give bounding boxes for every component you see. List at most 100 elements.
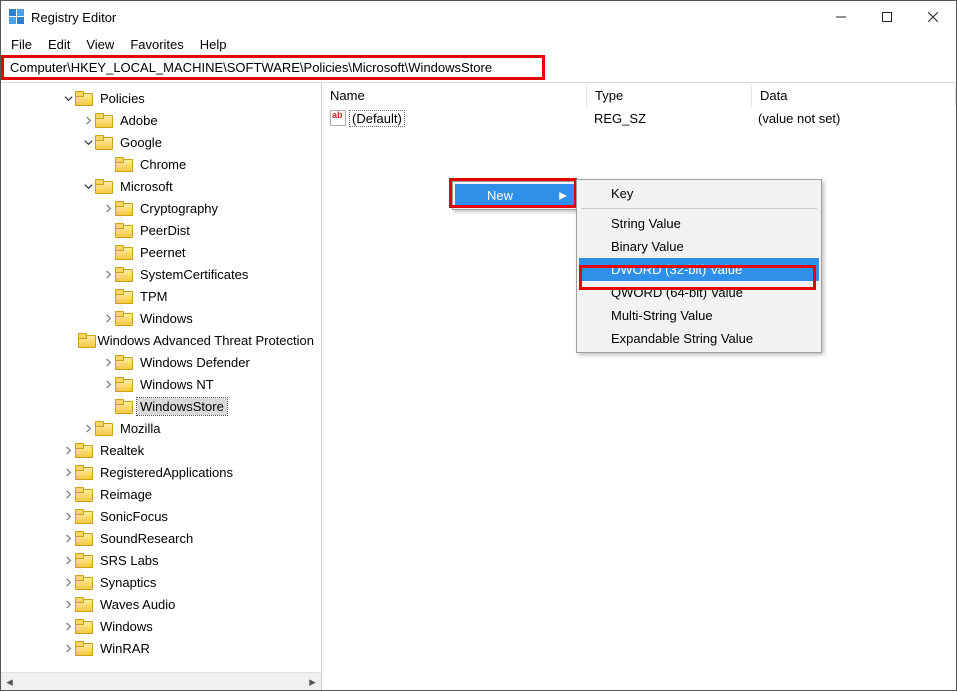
- folder-icon: [75, 443, 93, 457]
- expand-chevron-icon[interactable]: [81, 424, 95, 433]
- tree-node[interactable]: Chrome: [1, 153, 321, 175]
- submenu-item[interactable]: Key: [579, 182, 819, 205]
- tree-node[interactable]: Reimage: [1, 483, 321, 505]
- tree-node[interactable]: SonicFocus: [1, 505, 321, 527]
- tree-node[interactable]: WinRAR: [1, 637, 321, 659]
- tree-node[interactable]: Adobe: [1, 109, 321, 131]
- tree-node[interactable]: PeerDist: [1, 219, 321, 241]
- submenu-item[interactable]: Expandable String Value: [579, 327, 819, 350]
- tree-node[interactable]: Windows: [1, 307, 321, 329]
- context-menu-new-label: New: [487, 188, 513, 203]
- tree-node[interactable]: Windows Defender: [1, 351, 321, 373]
- tree-node[interactable]: SoundResearch: [1, 527, 321, 549]
- expand-chevron-icon[interactable]: [61, 468, 75, 477]
- expand-chevron-icon[interactable]: [81, 138, 95, 147]
- expand-chevron-icon[interactable]: [101, 314, 115, 323]
- expand-chevron-icon[interactable]: [101, 358, 115, 367]
- expand-chevron-icon[interactable]: [81, 182, 95, 191]
- expand-chevron-icon[interactable]: [101, 204, 115, 213]
- tree-node[interactable]: TPM: [1, 285, 321, 307]
- expand-chevron-icon[interactable]: [61, 512, 75, 521]
- column-data[interactable]: Data: [752, 84, 956, 107]
- expand-chevron-icon[interactable]: [101, 380, 115, 389]
- tree-node[interactable]: Waves Audio: [1, 593, 321, 615]
- tree-node[interactable]: Policies: [1, 87, 321, 109]
- context-menu-new[interactable]: New ▶: [455, 184, 575, 207]
- tree-node-label: SRS Labs: [97, 552, 162, 569]
- menu-favorites[interactable]: Favorites: [122, 35, 191, 54]
- expand-chevron-icon[interactable]: [61, 556, 75, 565]
- folder-icon: [75, 575, 93, 589]
- maximize-button[interactable]: [864, 1, 910, 33]
- value-row[interactable]: (Default)REG_SZ(value not set): [322, 107, 956, 129]
- minimize-button[interactable]: [818, 1, 864, 33]
- tree-node[interactable]: Cryptography: [1, 197, 321, 219]
- folder-icon: [75, 619, 93, 633]
- columns-header[interactable]: Name Type Data: [322, 83, 956, 107]
- expand-chevron-icon[interactable]: [61, 578, 75, 587]
- submenu-item[interactable]: DWORD (32-bit) Value: [579, 258, 819, 281]
- submenu-item[interactable]: Multi-String Value: [579, 304, 819, 327]
- submenu-item[interactable]: Binary Value: [579, 235, 819, 258]
- tree-node-label: WinRAR: [97, 640, 153, 657]
- expand-chevron-icon[interactable]: [61, 490, 75, 499]
- column-name[interactable]: Name: [322, 84, 587, 107]
- tree-pane[interactable]: PoliciesAdobeGoogleChromeMicrosoft Crypto…: [1, 83, 322, 690]
- folder-icon: [115, 289, 133, 303]
- tree-node[interactable]: Windows Advanced Threat Protection: [1, 329, 321, 351]
- folder-icon: [75, 465, 93, 479]
- window-title: Registry Editor: [31, 10, 116, 25]
- tree-node-label: SoundResearch: [97, 530, 196, 547]
- tree-node[interactable]: SystemCertificates: [1, 263, 321, 285]
- expand-chevron-icon[interactable]: [101, 270, 115, 279]
- value-type: REG_SZ: [586, 109, 750, 128]
- folder-icon: [115, 245, 133, 259]
- tree-horizontal-scrollbar[interactable]: ◂ ▸: [1, 672, 321, 690]
- expand-chevron-icon[interactable]: [61, 94, 75, 103]
- tree-node[interactable]: Synaptics: [1, 571, 321, 593]
- scroll-left-icon[interactable]: ◂: [1, 673, 18, 690]
- folder-icon: [95, 179, 113, 193]
- tree-node[interactable]: Windows NT: [1, 373, 321, 395]
- tree-node[interactable]: Mozilla: [1, 417, 321, 439]
- scroll-right-icon[interactable]: ▸: [304, 673, 321, 690]
- menu-view[interactable]: View: [78, 35, 122, 54]
- menu-separator: [581, 208, 817, 209]
- menu-edit[interactable]: Edit: [40, 35, 78, 54]
- address-bar[interactable]: Computer\HKEY_LOCAL_MACHINE\SOFTWARE\Pol…: [3, 57, 543, 78]
- expand-chevron-icon[interactable]: [61, 622, 75, 631]
- column-type[interactable]: Type: [587, 84, 752, 107]
- submenu-item[interactable]: String Value: [579, 212, 819, 235]
- tree-node-label: SonicFocus: [97, 508, 171, 525]
- submenu-item[interactable]: QWORD (64-bit) Value: [579, 281, 819, 304]
- tree-node[interactable]: Peernet: [1, 241, 321, 263]
- tree-node[interactable]: RegisteredApplications: [1, 461, 321, 483]
- tree-node-label: SystemCertificates: [137, 266, 251, 283]
- tree-node-label: Windows NT: [137, 376, 217, 393]
- tree-node[interactable]: Realtek: [1, 439, 321, 461]
- expand-chevron-icon[interactable]: [61, 446, 75, 455]
- string-value-icon: [330, 110, 346, 126]
- expand-chevron-icon[interactable]: [61, 534, 75, 543]
- menu-file[interactable]: File: [3, 35, 40, 54]
- menu-help[interactable]: Help: [192, 35, 235, 54]
- title-bar[interactable]: Registry Editor: [1, 1, 956, 33]
- expand-chevron-icon[interactable]: [81, 116, 95, 125]
- tree-node[interactable]: WindowsStore: [1, 395, 321, 417]
- tree-node-label: Windows: [137, 310, 196, 327]
- context-submenu-new[interactable]: Key String ValueBinary ValueDWORD (32-bit…: [576, 179, 822, 353]
- tree-node[interactable]: Microsoft: [1, 175, 321, 197]
- values-pane[interactable]: Name Type Data (Default)REG_SZ(value not…: [322, 83, 956, 690]
- folder-icon: [115, 157, 133, 171]
- expand-chevron-icon[interactable]: [61, 644, 75, 653]
- tree-node[interactable]: SRS Labs: [1, 549, 321, 571]
- tree-node-label: Synaptics: [97, 574, 159, 591]
- close-button[interactable]: [910, 1, 956, 33]
- tree-node[interactable]: Google: [1, 131, 321, 153]
- expand-chevron-icon[interactable]: [61, 600, 75, 609]
- context-menu[interactable]: New ▶: [452, 181, 578, 210]
- tree-node[interactable]: Windows: [1, 615, 321, 637]
- folder-icon: [75, 531, 93, 545]
- tree-node-label: PeerDist: [137, 222, 193, 239]
- tree-node-label: Cryptography: [137, 200, 221, 217]
